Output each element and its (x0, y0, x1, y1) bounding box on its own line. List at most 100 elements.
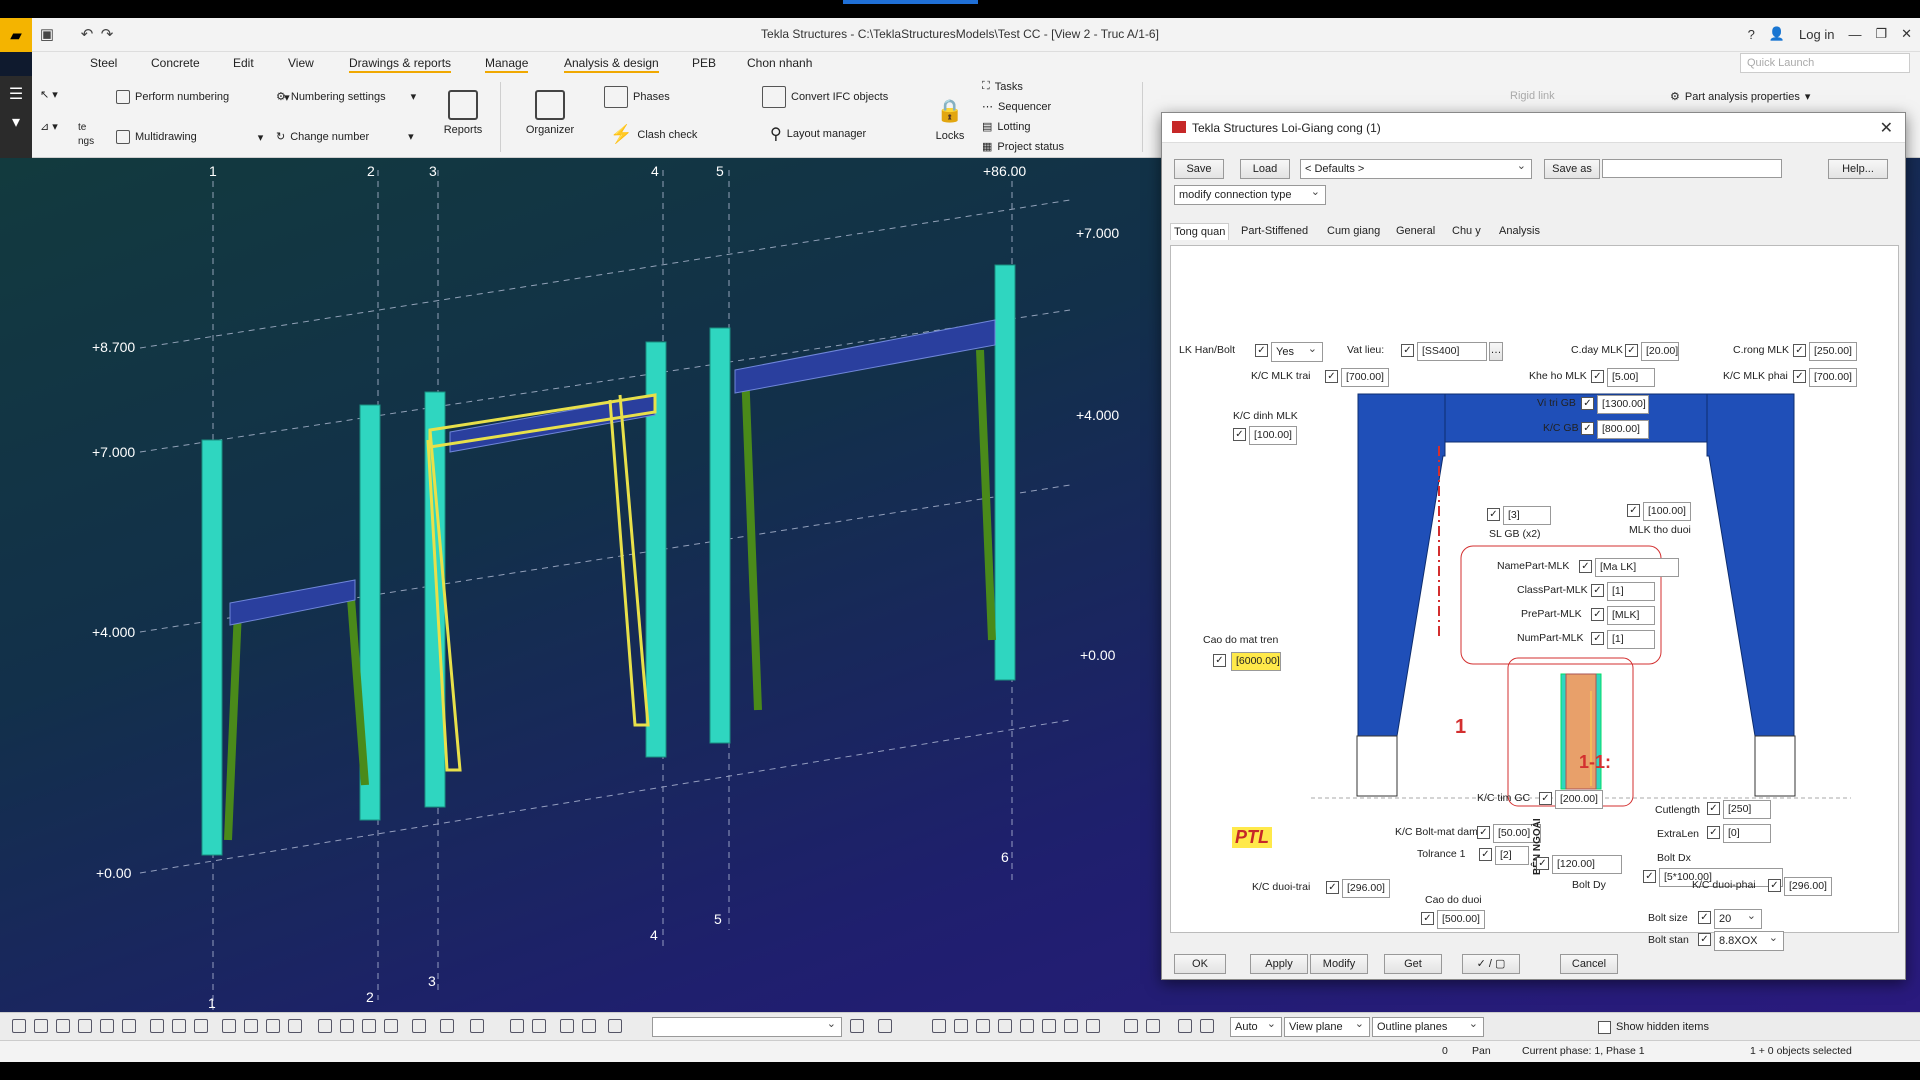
c-day-input[interactable]: [20.00] (1641, 342, 1679, 361)
snap-arrows-icon[interactable] (440, 1019, 454, 1033)
snap-layer-icon[interactable] (362, 1019, 376, 1033)
pre-part-checkbox[interactable]: ✓ (1591, 608, 1604, 621)
snap-grid2-icon[interactable] (560, 1019, 574, 1033)
snap-grid-icon[interactable] (194, 1019, 208, 1033)
vat-lieu-input[interactable]: [SS400] (1417, 342, 1487, 361)
selection-filter-icon[interactable]: ⊿ ▾ (40, 120, 58, 133)
snap-perp-icon[interactable] (1042, 1019, 1056, 1033)
tab-chon-nhanh[interactable]: Chon nhanh (747, 56, 812, 70)
reports-button[interactable]: Reports (440, 90, 486, 136)
mlk-tho-checkbox[interactable]: ✓ (1627, 504, 1640, 517)
pattern-icon[interactable] (850, 1019, 864, 1033)
lk-han-bolt-select[interactable]: Yes (1271, 340, 1323, 362)
snap-z-icon[interactable] (1124, 1019, 1138, 1033)
user-icon[interactable]: 👤 (1769, 26, 1785, 42)
snap-curve-icon[interactable] (470, 1019, 484, 1033)
cutlength-checkbox[interactable]: ✓ (1707, 802, 1720, 815)
cao-do-tren-checkbox[interactable]: ✓ (1213, 654, 1226, 667)
tab-tong-quan[interactable]: Tong quan (1170, 223, 1230, 240)
name-part-checkbox[interactable]: ✓ (1579, 560, 1592, 573)
project-status-button[interactable]: ▦ Project status (982, 140, 1064, 154)
kc-dinh-input[interactable]: [100.00] (1249, 426, 1297, 445)
snap-arrow-icon[interactable] (1146, 1019, 1160, 1033)
tab-edit[interactable]: Edit (233, 56, 254, 70)
cao-do-duoi-input[interactable]: [500.00] (1437, 910, 1485, 929)
lotting-button[interactable]: ▤ Lotting (982, 120, 1030, 134)
locks-button[interactable]: 🔒 Locks (930, 98, 970, 142)
tab-concrete[interactable]: Concrete (151, 56, 200, 70)
selected-connection[interactable] (426, 393, 657, 772)
khe-ho-input[interactable]: [5.00] (1607, 368, 1655, 387)
snap-cut-icon[interactable] (244, 1019, 258, 1033)
snap-grid3-icon[interactable] (582, 1019, 596, 1033)
solid-tool-icon[interactable] (150, 1019, 164, 1033)
num-part-checkbox[interactable]: ✓ (1591, 632, 1604, 645)
kc-gb-checkbox[interactable]: ✓ (1581, 422, 1594, 435)
snap-measure-icon[interactable] (340, 1019, 354, 1033)
defaults-select[interactable]: < Defaults > (1300, 157, 1532, 179)
name-part-input[interactable]: [Ma LK] (1595, 558, 1679, 577)
tolrance-checkbox[interactable]: ✓ (1479, 848, 1492, 861)
sl-gb-checkbox[interactable]: ✓ (1487, 508, 1500, 521)
clash-check-button[interactable]: ⚡ Clash check (610, 124, 697, 145)
kc-duoi-trai-input[interactable]: [296.00] (1342, 879, 1390, 898)
tolrance-input[interactable]: [2] (1495, 846, 1529, 865)
rigid-link-button[interactable]: Rigid link (1510, 90, 1555, 102)
get-button[interactable]: Get (1384, 954, 1442, 974)
vi-tri-gb-checkbox[interactable]: ✓ (1581, 397, 1594, 410)
sequencer-button[interactable]: ⋯ Sequencer (982, 100, 1051, 114)
select-arrow-icon[interactable]: ↖ ▾ (40, 88, 58, 101)
hatch-tool-icon[interactable] (172, 1019, 186, 1033)
pointer-icon[interactable] (878, 1019, 892, 1033)
class-part-input[interactable]: [1] (1607, 582, 1655, 601)
perform-numbering-button[interactable]: Perform numbering ▾ (116, 90, 290, 104)
load-button[interactable]: Load (1240, 159, 1290, 179)
tab-peb[interactable]: PEB (692, 56, 716, 70)
c-rong-input[interactable]: [250.00] (1809, 342, 1857, 361)
apply-button[interactable]: Apply (1250, 954, 1308, 974)
cube-tool-icon[interactable] (56, 1019, 70, 1033)
snap-triangle-icon[interactable] (998, 1019, 1012, 1033)
side-menu[interactable]: ☰ ▾ (0, 76, 32, 158)
snap-cross-icon[interactable] (1064, 1019, 1078, 1033)
tab-manage[interactable]: Manage (485, 56, 529, 73)
zoom-icon[interactable] (608, 1019, 622, 1033)
snap-pen-icon[interactable] (384, 1019, 398, 1033)
snap-box-icon[interactable] (932, 1019, 946, 1033)
down-arrow-icon[interactable]: ▾ (0, 112, 32, 132)
kc-bolt-checkbox[interactable]: ✓ (1477, 826, 1490, 839)
kc-tim-checkbox[interactable]: ✓ (1539, 792, 1552, 805)
tab-chu-y[interactable]: Chu y (1449, 223, 1484, 239)
snap-expand-icon[interactable] (532, 1019, 546, 1033)
snap-angle-icon[interactable] (510, 1019, 524, 1033)
tab-general[interactable]: General (1393, 223, 1438, 239)
restore-icon[interactable]: ❐ (1875, 26, 1887, 42)
save-button[interactable]: Save (1174, 159, 1224, 179)
multidrawing-button[interactable]: Multidrawing ▾ (116, 130, 263, 144)
cutlength-input[interactable]: [250] (1723, 800, 1771, 819)
extralen-checkbox[interactable]: ✓ (1707, 826, 1720, 839)
lk-han-bolt-checkbox[interactable]: ✓ (1255, 344, 1268, 357)
tab-analysis[interactable]: Analysis (1496, 223, 1543, 239)
pre-part-input[interactable]: [MLK] (1607, 606, 1655, 625)
cao-do-tren-input[interactable]: [6000.00] (1231, 652, 1281, 671)
kc-mlk-trai-checkbox[interactable]: ✓ (1325, 370, 1338, 383)
tab-steel[interactable]: Steel (90, 56, 117, 70)
numbering-settings-button[interactable]: ⚙ Numbering settings ▾ (276, 90, 416, 104)
vat-lieu-checkbox[interactable]: ✓ (1401, 344, 1414, 357)
cancel-button[interactable]: Cancel (1560, 954, 1618, 974)
snap-area-icon[interactable] (1200, 1019, 1214, 1033)
bolt-stan-select[interactable]: 8.8XOX (1714, 929, 1784, 951)
outline-planes-select[interactable]: Outline planes (1372, 1015, 1484, 1037)
select-tool-icon[interactable] (12, 1019, 26, 1033)
help-icon[interactable]: ? (1748, 27, 1755, 42)
class-part-checkbox[interactable]: ✓ (1591, 584, 1604, 597)
save-as-name-input[interactable] (1602, 159, 1782, 178)
ok-button[interactable]: OK (1174, 954, 1226, 974)
bolt-dx-checkbox[interactable]: ✓ (1643, 870, 1656, 883)
login-link[interactable]: Log in (1799, 27, 1834, 42)
phases-button[interactable]: Phases (604, 86, 670, 108)
snap-wave-icon[interactable] (1086, 1019, 1100, 1033)
save-as-button[interactable]: Save as (1544, 159, 1600, 179)
modify-type-select[interactable]: modify connection type (1174, 183, 1326, 205)
